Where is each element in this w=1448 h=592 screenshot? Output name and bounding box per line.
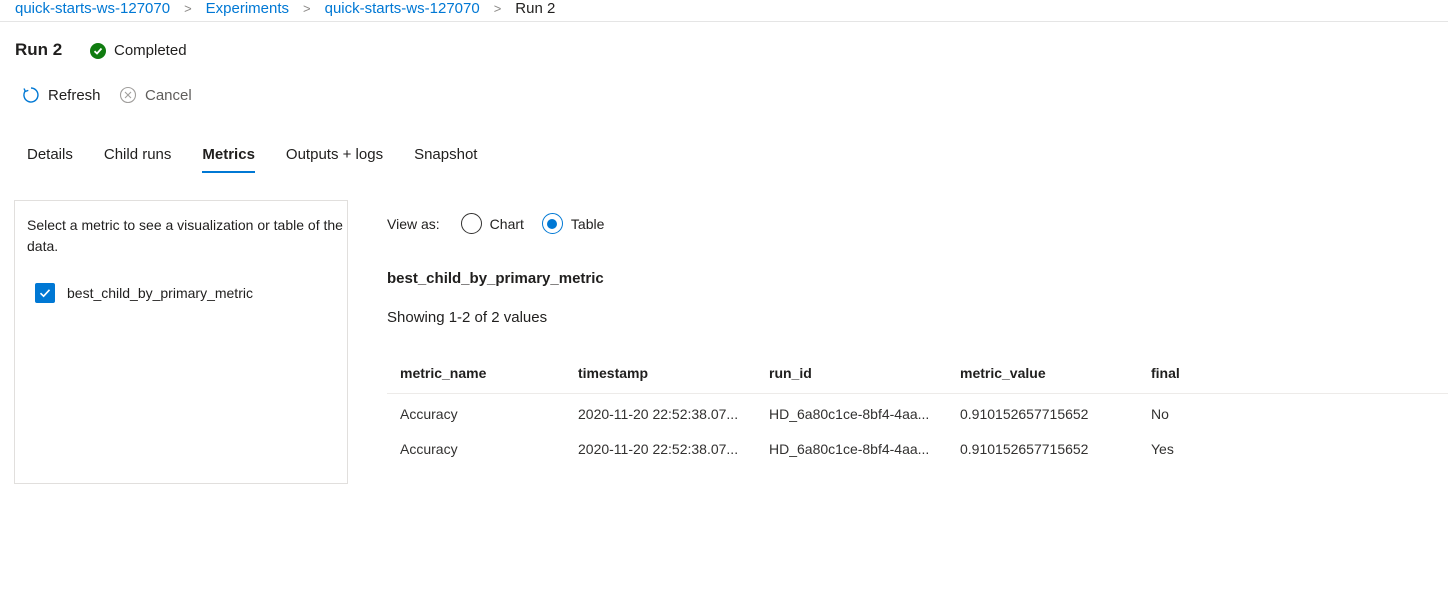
table-header: metric_name timestamp run_id metric_valu… (387, 352, 1448, 394)
refresh-button[interactable]: Refresh (22, 86, 101, 104)
radio-unchecked-icon[interactable] (460, 213, 482, 234)
table-cell: Yes (1151, 440, 1174, 457)
radio-checked-icon[interactable] (541, 213, 563, 234)
tab-outputs-logs[interactable]: Outputs + logs (286, 146, 383, 173)
table-row[interactable]: Accuracy 2020-11-20 22:52:38.07... HD_6a… (387, 396, 1448, 431)
table-cell: HD_6a80c1ce-8bf4-4aa... (769, 405, 930, 422)
breadcrumb-current: Run 2 (515, 0, 556, 17)
view-as-label: View as: (387, 215, 440, 232)
chevron-right-icon: > (184, 1, 192, 16)
table-cell: Accuracy (400, 405, 458, 422)
tab-snapshot[interactable]: Snapshot (414, 146, 477, 173)
tab-metrics[interactable]: Metrics (202, 146, 255, 173)
column-header[interactable]: run_id (769, 365, 960, 381)
metrics-selector-panel: Select a metric to see a visualization o… (14, 200, 348, 484)
table-cell: 0.910152657715652 (960, 440, 1089, 457)
tab-child-runs[interactable]: Child runs (104, 146, 172, 173)
table-cell: HD_6a80c1ce-8bf4-4aa... (769, 440, 930, 457)
view-chart-label: Chart (489, 215, 524, 232)
tab-bar: Details Child runs Metrics Outputs + log… (27, 146, 508, 173)
refresh-label: Refresh (48, 86, 101, 104)
refresh-icon (22, 86, 40, 104)
cancel-label: Cancel (145, 86, 192, 104)
table-cell: No (1151, 405, 1169, 422)
chevron-right-icon: > (493, 1, 502, 16)
check-circle-icon (90, 42, 106, 59)
breadcrumb-experiments-link[interactable]: Experiments (206, 0, 289, 17)
metric-checkbox-row[interactable]: best_child_by_primary_metric (35, 283, 253, 303)
column-header[interactable]: timestamp (578, 365, 769, 381)
breadcrumb-workspace-link[interactable]: quick-starts-ws-127070 (15, 0, 170, 17)
table-cell: 2020-11-20 22:52:38.07... (578, 440, 739, 457)
status-label: Completed (114, 42, 187, 59)
metrics-hint-text: Select a metric to see a visualization o… (27, 217, 343, 254)
view-chart-option[interactable]: Chart (460, 213, 524, 234)
breadcrumb: quick-starts-ws-127070 > Experiments > q… (0, 0, 1448, 22)
view-table-label: Table (570, 215, 605, 232)
breadcrumb-experiment-link[interactable]: quick-starts-ws-127070 (325, 0, 480, 17)
table-row[interactable]: Accuracy 2020-11-20 22:52:38.07... HD_6a… (387, 431, 1448, 466)
column-header[interactable]: metric_value (960, 365, 1151, 381)
column-header[interactable]: metric_name (387, 365, 578, 381)
table-cell: 0.910152657715652 (960, 405, 1089, 422)
checkbox-checked-icon[interactable] (35, 283, 55, 303)
tab-details[interactable]: Details (27, 146, 73, 173)
cancel-icon (119, 86, 137, 104)
view-as-group: View as: Chart Table (387, 213, 622, 234)
metrics-table: metric_name timestamp run_id metric_valu… (387, 352, 1448, 466)
metric-checkbox-label: best_child_by_primary_metric (67, 285, 253, 301)
showing-count: Showing 1-2 of 2 values (387, 309, 548, 326)
metric-table-title: best_child_by_primary_metric (387, 270, 604, 287)
table-cell: Accuracy (400, 440, 458, 457)
table-cell: 2020-11-20 22:52:38.07... (578, 405, 739, 422)
status-badge: Completed (90, 42, 187, 59)
page-title: Run 2 (15, 40, 63, 59)
column-header[interactable]: final (1151, 365, 1342, 381)
view-table-option[interactable]: Table (541, 213, 605, 234)
chevron-right-icon: > (303, 1, 311, 16)
cancel-button[interactable]: Cancel (119, 86, 192, 104)
